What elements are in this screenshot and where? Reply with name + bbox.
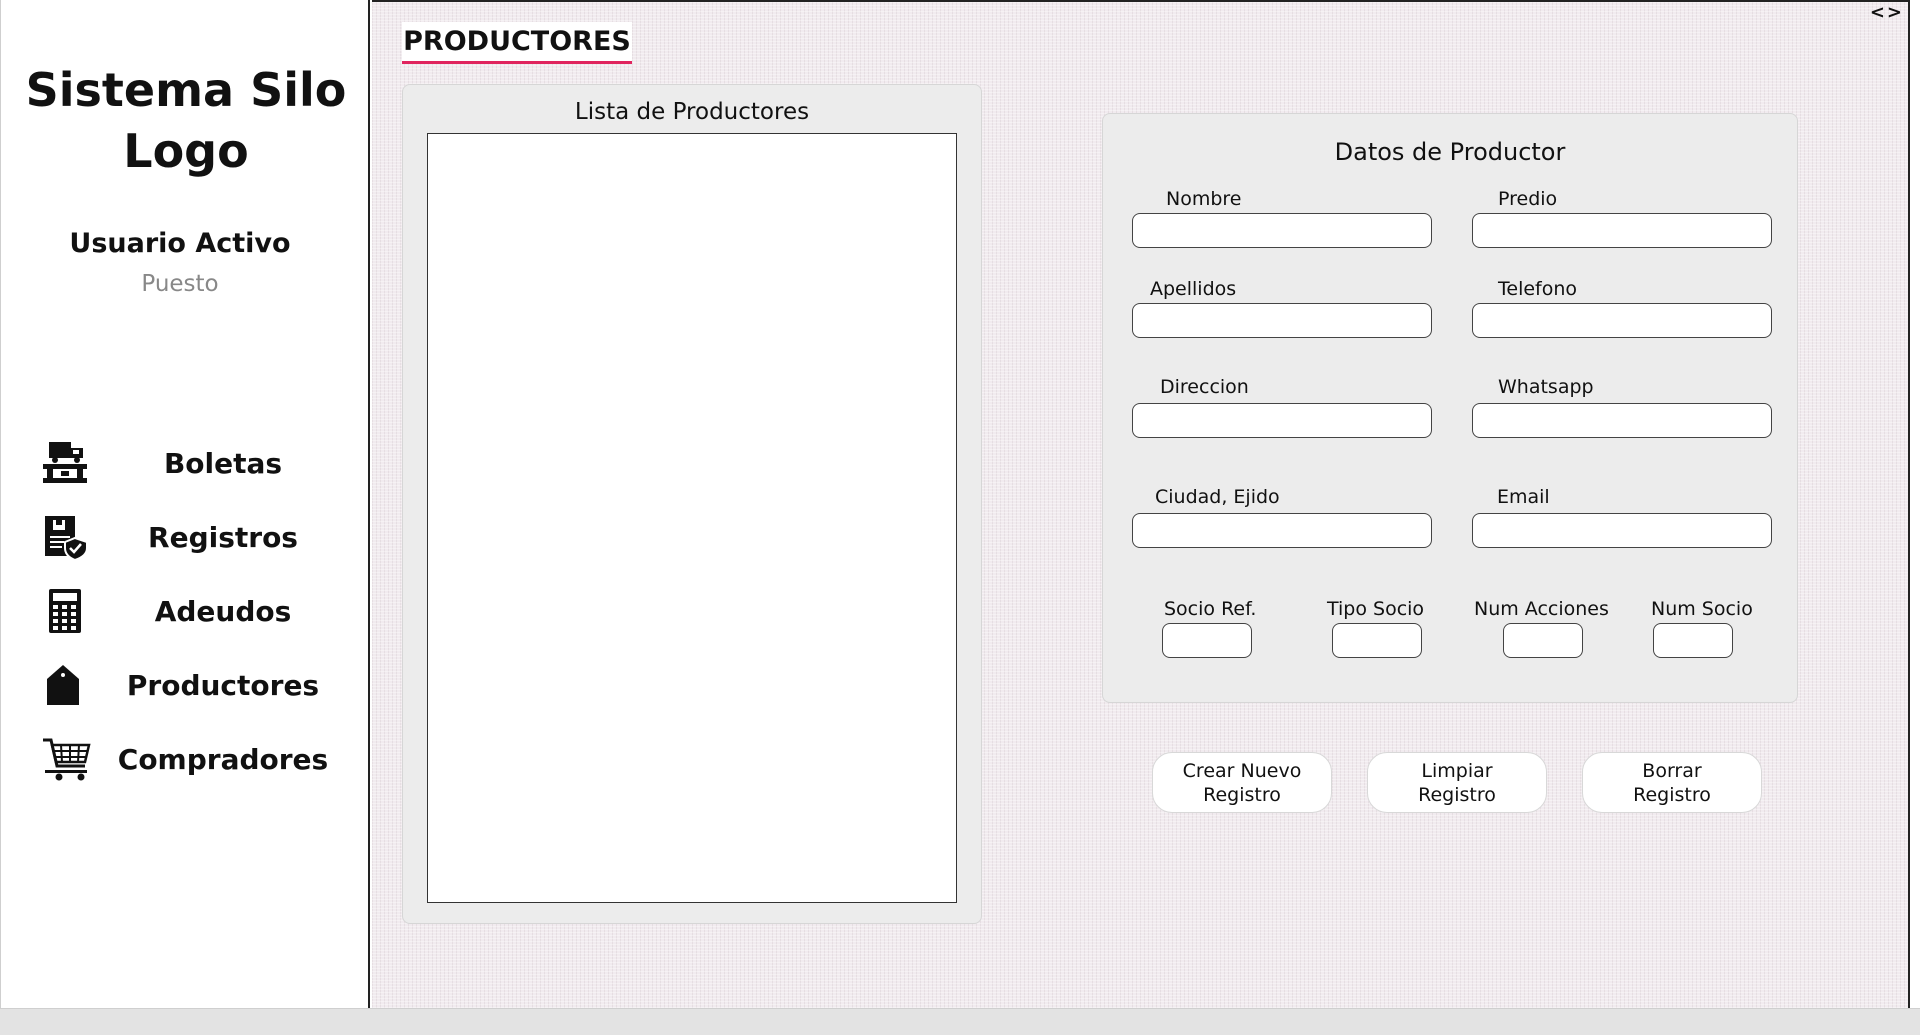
telefono-input[interactable] <box>1472 303 1772 338</box>
ciudad-ejido-label: Ciudad, Ejido <box>1155 486 1280 508</box>
apellidos-input[interactable] <box>1132 303 1432 338</box>
num-acciones-input[interactable] <box>1503 623 1583 658</box>
app-window: Sistema Silo Logo Usuario Activo Puesto <box>0 0 1920 1035</box>
document-shield-icon <box>41 511 105 563</box>
productores-list[interactable] <box>427 133 957 903</box>
direccion-label: Direccion <box>1160 376 1249 398</box>
socio-ref-input[interactable] <box>1162 623 1252 658</box>
ciudad-ejido-input[interactable] <box>1132 513 1432 548</box>
num-acciones-label: Num Acciones <box>1474 598 1609 620</box>
nombre-input[interactable] <box>1132 213 1432 248</box>
app-title: Sistema Silo Logo <box>1 60 371 182</box>
sidebar-item-registros[interactable]: Registros <box>41 509 341 565</box>
clear-record-button[interactable]: Limpiar Registro <box>1367 752 1547 813</box>
apellidos-label: Apellidos <box>1150 278 1237 300</box>
num-socio-label: Num Socio <box>1651 598 1753 620</box>
form-title: Datos de Productor <box>1334 138 1566 166</box>
shopping-cart-icon <box>41 733 105 785</box>
sidebar-item-label: Adeudos <box>154 594 292 628</box>
active-user-name: Usuario Activo <box>69 228 291 259</box>
num-socio-input[interactable] <box>1653 623 1733 658</box>
bottom-strip <box>0 1008 1920 1035</box>
app-title-line1: Sistema Silo <box>25 63 347 117</box>
direccion-input[interactable] <box>1132 403 1432 438</box>
create-record-label-line2: Registro <box>1203 783 1281 806</box>
tipo-socio-label: Tipo Socio <box>1327 598 1425 620</box>
sidebar-item-label: Boletas <box>163 446 283 480</box>
create-record-label-line1: Crear Nuevo <box>1182 759 1302 782</box>
whatsapp-input[interactable] <box>1472 403 1772 438</box>
house-tag-icon <box>41 659 105 711</box>
delete-record-label-line2: Registro <box>1633 783 1711 806</box>
predio-label: Predio <box>1498 188 1558 210</box>
email-input[interactable] <box>1472 513 1772 548</box>
delete-record-label-line1: Borrar <box>1642 759 1702 782</box>
page-title: PRODUCTORES <box>402 22 632 64</box>
sidebar-item-label: Compradores <box>117 742 329 776</box>
clear-record-label-line2: Registro <box>1418 783 1496 806</box>
create-record-button[interactable]: Crear Nuevo Registro <box>1152 752 1332 813</box>
sidebar-item-label: Registros <box>148 520 298 554</box>
email-label: Email <box>1497 486 1550 508</box>
sidebar-item-label: Productores <box>126 668 320 702</box>
active-user-role: Puesto <box>141 271 219 297</box>
productor-form-panel: Datos de Productor Nombre Predio Apellid… <box>1102 113 1798 703</box>
sidebar-item-adeudos[interactable]: Adeudos <box>41 583 341 639</box>
whatsapp-label: Whatsapp <box>1498 376 1594 398</box>
socio-ref-label: Socio Ref. <box>1164 598 1257 620</box>
clear-record-label-line1: Limpiar <box>1421 759 1493 782</box>
sidebar-item-productores[interactable]: Productores <box>41 657 341 713</box>
main-area: <> PRODUCTORES Lista de Productores Dato… <box>372 0 1910 1008</box>
delete-record-button[interactable]: Borrar Registro <box>1582 752 1762 813</box>
nav-arrows[interactable]: <> <box>1870 2 1904 23</box>
sidebar: Sistema Silo Logo Usuario Activo Puesto <box>0 0 370 1008</box>
truck-scale-icon <box>41 437 105 489</box>
productores-list-panel: Lista de Productores <box>402 84 982 924</box>
sidebar-item-boletas[interactable]: Boletas <box>41 435 341 491</box>
nombre-label: Nombre <box>1166 188 1242 210</box>
app-title-line2: Logo <box>123 124 249 178</box>
predio-input[interactable] <box>1472 213 1772 248</box>
tipo-socio-input[interactable] <box>1332 623 1422 658</box>
list-title: Lista de Productores <box>574 99 810 125</box>
sidebar-item-compradores[interactable]: Compradores <box>41 731 341 787</box>
telefono-label: Telefono <box>1498 278 1578 300</box>
calculator-icon <box>41 585 105 637</box>
